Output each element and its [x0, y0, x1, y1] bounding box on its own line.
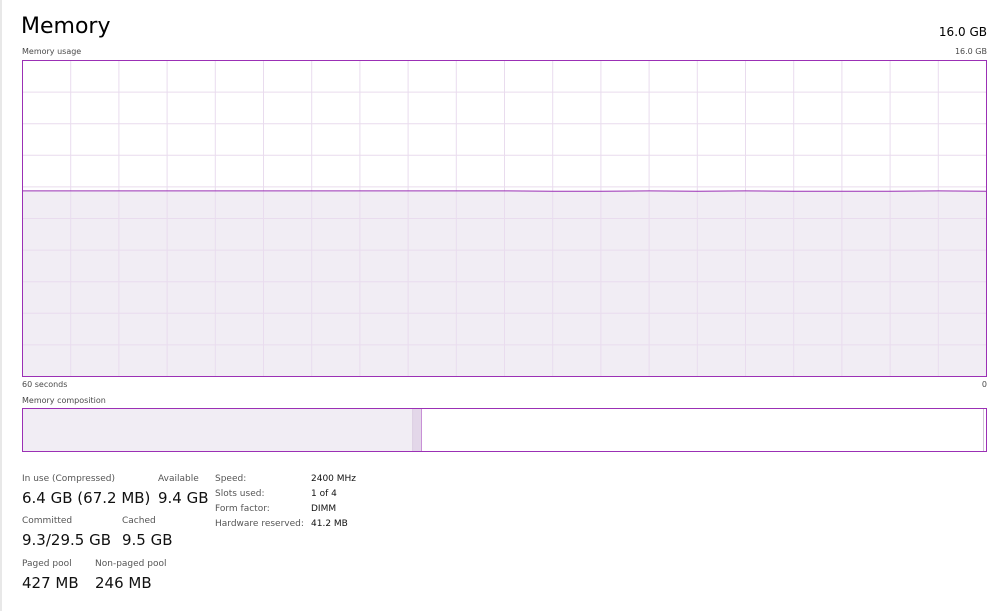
memory-usage-label: Memory usage — [22, 47, 82, 56]
paged-pool-value: 427 MB — [22, 574, 79, 592]
memory-composition-label: Memory composition — [22, 396, 106, 405]
memory-usage-max-label: 16.0 GB — [954, 47, 987, 56]
speed-value: 2400 MHz — [311, 474, 357, 484]
page-title: Memory — [21, 14, 111, 39]
cached-value: 9.5 GB — [122, 531, 173, 549]
available-label: Available — [158, 474, 199, 484]
slots-used-label: Slots used: — [215, 489, 265, 499]
in-use-label: In use (Compressed) — [22, 474, 115, 484]
cached-label: Cached — [122, 516, 156, 526]
speed-label: Speed: — [215, 474, 247, 484]
non-paged-pool-value: 246 MB — [95, 574, 152, 592]
time-span-label: 60 seconds — [22, 380, 68, 389]
paged-pool-label: Paged pool — [22, 559, 72, 569]
in-use-value: 6.4 GB (67.2 MB) — [22, 489, 151, 507]
committed-value: 9.3/29.5 GB — [22, 531, 111, 549]
graph-min-label: 0 — [981, 380, 987, 389]
memory-usage-graph — [22, 60, 987, 377]
committed-label: Committed — [22, 516, 73, 526]
available-value: 9.4 GB — [158, 489, 209, 507]
composition-modified-segment — [413, 409, 422, 451]
hardware-reserved-value: 41.2 MB — [311, 519, 348, 529]
composition-standby-segment — [421, 409, 983, 451]
slots-used-value: 1 of 4 — [311, 489, 337, 499]
form-factor-value: DIMM — [311, 504, 337, 514]
form-factor-label: Form factor: — [215, 504, 270, 514]
non-paged-pool-label: Non-paged pool — [95, 559, 167, 569]
window-left-border — [0, 0, 2, 611]
memory-composition-bar — [22, 408, 987, 452]
hardware-reserved-label: Hardware reserved: — [215, 519, 304, 529]
composition-in-use-segment — [23, 409, 414, 451]
total-memory: 16.0 GB — [938, 25, 987, 39]
